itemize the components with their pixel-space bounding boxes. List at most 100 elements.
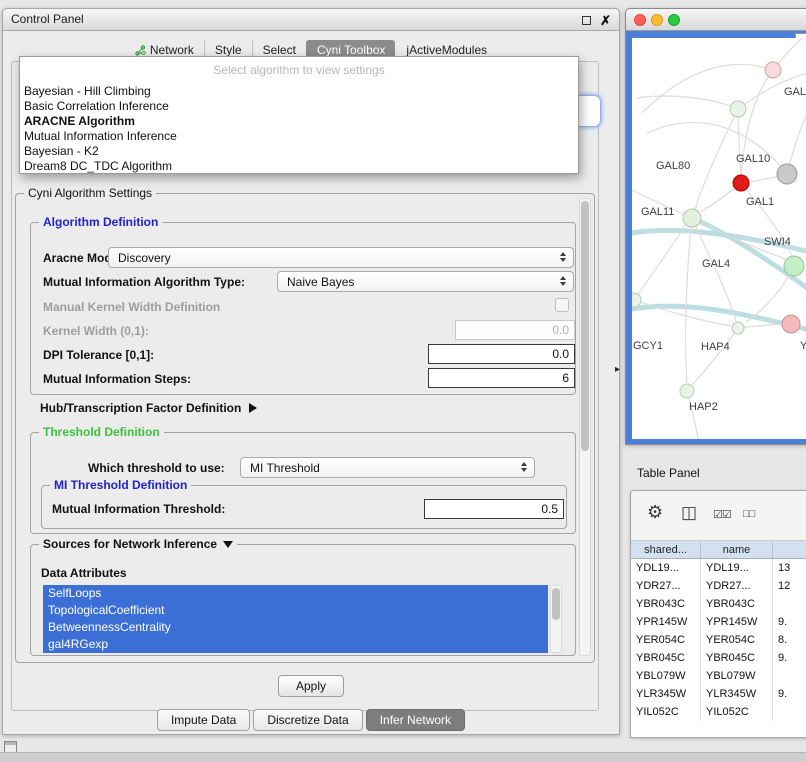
kernel-width-label: Kernel Width (0,1): (43, 321, 149, 341)
data-attributes-list[interactable]: SelfLoopsTopologicalCoefficientBetweenne… (43, 585, 548, 653)
attribute-item-selfloops[interactable]: SelfLoops (43, 585, 548, 602)
table-row[interactable]: YBR045CYBR045C9. (631, 649, 806, 667)
data-attributes-label: Data Attributes (41, 563, 127, 583)
splitter-collapse-icon[interactable]: ▸ (615, 364, 620, 375)
algorithm-option-bayesian-k2[interactable]: Bayesian - K2 (20, 144, 578, 159)
mi-threshold-group-title: MI Threshold Definition (50, 478, 191, 493)
table-body: YDL19...YDL19...13YDR27...YDR27...12YBR0… (631, 559, 806, 721)
scrollbar-thumb[interactable] (581, 201, 589, 451)
aracne-mode-value: Discovery (118, 251, 171, 265)
network-canvas[interactable]: GAL80GAL10GAL11GAL1SWI4GAL4GCY1HAP4HAP2G… (632, 38, 806, 439)
network-node[interactable] (680, 384, 694, 398)
bottom-tab-impute-data[interactable]: Impute Data (157, 709, 250, 731)
close-traffic-icon[interactable] (634, 14, 646, 26)
table-cell: YBL079W (701, 667, 773, 685)
algorithm-option-bayesian-hill-climbing[interactable]: Bayesian - Hill Climbing (20, 84, 578, 99)
network-node[interactable] (683, 209, 701, 227)
settings-scrollbar[interactable] (579, 198, 591, 656)
threshold-definition-title: Threshold Definition (39, 425, 164, 440)
node-label-yb: YB (800, 340, 806, 352)
aracne-mode-select[interactable]: Discovery (108, 247, 574, 268)
network-node[interactable] (784, 256, 804, 276)
table-row[interactable]: YBR043CYBR043C (631, 595, 806, 613)
table-row[interactable]: YLR345WYLR345W9. (631, 685, 806, 703)
algorithm-option-basic-correlation-inference[interactable]: Basic Correlation Inference (20, 99, 578, 114)
network-node[interactable] (777, 164, 797, 184)
tab-label: Cyni Toolbox (317, 43, 385, 57)
algorithm-combo-fragment[interactable] (577, 95, 601, 127)
network-window-titlebar[interactable] (626, 9, 806, 31)
sources-group-title[interactable]: Sources for Network Inference (39, 537, 237, 552)
table-row[interactable]: YDL19...YDL19...13 (631, 559, 806, 577)
expand-right-icon (249, 403, 257, 413)
manual-kernel-checkbox[interactable] (555, 298, 569, 312)
algorithm-option-aracne-algorithm[interactable]: ARACNE Algorithm (20, 114, 578, 129)
application-desktop: Control Panel ✗ NetworkStyleSelectCyni T… (0, 0, 806, 762)
bottom-tab-discretize-data[interactable]: Discretize Data (253, 709, 362, 731)
dpi-tolerance-input[interactable] (428, 344, 575, 364)
scrollbar-thumb[interactable] (552, 588, 560, 620)
control-panel-titlebar[interactable]: Control Panel ✗ (3, 9, 619, 31)
table-cell: YDL19... (701, 559, 773, 577)
control-panel-window: Control Panel ✗ NetworkStyleSelectCyni T… (2, 8, 620, 735)
hub-section-toggle[interactable]: Hub/Transcription Factor Definition (40, 398, 257, 418)
bottom-tab-infer-network[interactable]: Infer Network (366, 709, 465, 731)
tab-label: Select (263, 43, 296, 57)
which-threshold-label: Which threshold to use: (88, 458, 225, 478)
table-cell: YLR345W (631, 685, 701, 703)
apply-button[interactable]: Apply (278, 675, 344, 697)
combo-arrows-icon (560, 252, 566, 262)
float-window-icon[interactable] (582, 16, 591, 25)
network-node[interactable] (632, 293, 641, 307)
network-node[interactable] (765, 62, 781, 78)
mi-threshold-group: MI Threshold Definition Mutual Informati… (41, 485, 567, 529)
network-node[interactable] (782, 315, 800, 333)
combo-arrows-icon (560, 276, 566, 286)
minimize-traffic-icon[interactable] (651, 14, 663, 26)
columns-icon[interactable]: ◫ (681, 503, 697, 523)
table-row[interactable]: YIL052CYIL052C (631, 703, 806, 721)
table-row[interactable]: YBL079WYBL079W (631, 667, 806, 685)
algorithm-definition-group: Algorithm Definition Aracne Mode: Discov… (30, 222, 576, 395)
sources-group: Sources for Network Inference Data Attri… (30, 544, 576, 656)
kernel-width-input[interactable] (455, 320, 575, 340)
tab-label: jActiveModules (406, 43, 487, 57)
table-panel-title: Table Panel (637, 466, 700, 480)
table-cell: 13 (773, 559, 806, 577)
node-label-hap4: HAP4 (701, 341, 730, 353)
node-label-hap2: HAP2 (689, 401, 718, 413)
attributes-scrollbar[interactable] (550, 585, 562, 653)
bottom-strip (0, 752, 806, 762)
node-label-gal11: GAL11 (641, 206, 674, 218)
column-header-name[interactable]: name (701, 541, 773, 558)
table-panel-window: ⚙ ◫ ☑☑ □□ shared...name YDL19...YDL19...… (630, 490, 806, 738)
gear-icon[interactable]: ⚙ (647, 502, 663, 523)
attribute-item-topologicalcoefficient[interactable]: TopologicalCoefficient (43, 602, 548, 619)
network-node[interactable] (732, 322, 744, 334)
column-header-2[interactable] (773, 541, 806, 558)
table-cell: YPR145W (701, 613, 773, 631)
mi-threshold-input[interactable] (424, 499, 564, 519)
network-node[interactable] (730, 101, 746, 117)
network-node[interactable] (733, 175, 749, 191)
table-row[interactable]: YDR27...YDR27...12 (631, 577, 806, 595)
table-toolbar: ⚙ ◫ ☑☑ □□ (631, 491, 806, 541)
table-row[interactable]: YER054CYER054C8. (631, 631, 806, 649)
select-columns-icon[interactable]: ☑☑ (713, 508, 731, 521)
zoom-traffic-icon[interactable] (668, 14, 680, 26)
table-row[interactable]: YPR145WYPR145W9. (631, 613, 806, 631)
algorithm-option-dream8-dc-tdc-algorithm[interactable]: Dream8 DC_TDC Algorithm (20, 159, 578, 174)
mi-steps-input[interactable] (428, 368, 575, 388)
attribute-item-gal4rgexp[interactable]: gal4RGexp (43, 636, 548, 653)
attribute-item-betweennesscentrality[interactable]: BetweennessCentrality (43, 619, 548, 636)
deselect-columns-icon[interactable]: □□ (743, 508, 754, 520)
mi-type-select[interactable]: Naive Bayes (277, 271, 574, 292)
algorithm-definition-title: Algorithm Definition (39, 215, 162, 230)
table-cell: YBR043C (701, 595, 773, 613)
settings-group-title: Cyni Algorithm Settings (24, 186, 156, 201)
column-header-shared[interactable]: shared... (631, 541, 701, 558)
threshold-definition-group: Threshold Definition Which threshold to … (30, 432, 576, 534)
close-window-icon[interactable]: ✗ (600, 14, 611, 27)
which-threshold-select[interactable]: MI Threshold (240, 457, 535, 478)
algorithm-option-mutual-information-inference[interactable]: Mutual Information Inference (20, 129, 578, 144)
